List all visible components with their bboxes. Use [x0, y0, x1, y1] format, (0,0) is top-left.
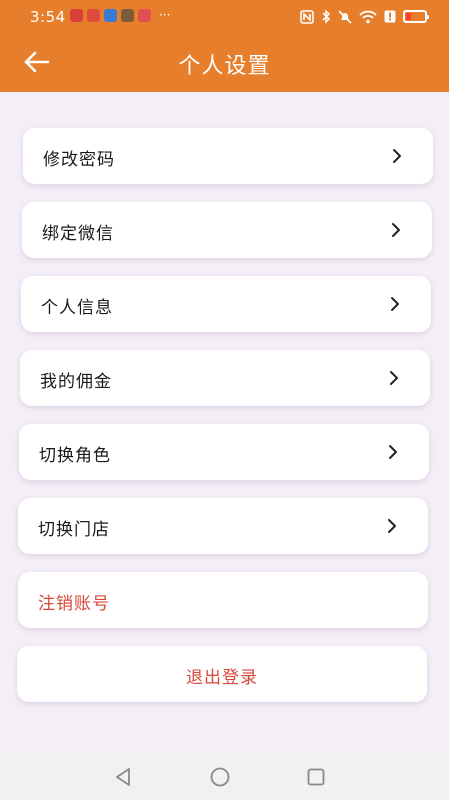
menu-item-change-password[interactable]: 修改密码	[23, 128, 433, 184]
menu-item-label: 绑定微信	[42, 224, 114, 244]
wifi-icon	[359, 10, 377, 24]
app-icon-4	[121, 9, 134, 22]
status-right-icons	[300, 9, 429, 24]
cancel-account-button[interactable]: 注销账号	[18, 572, 428, 628]
home-circle-icon[interactable]	[209, 766, 231, 788]
menu-item-label: 修改密码	[43, 150, 115, 170]
title-bar: 个人设置	[0, 36, 449, 92]
menu-item-label: 切换门店	[38, 520, 110, 540]
menu-item-switch-role[interactable]: 切换角色	[19, 424, 429, 480]
system-nav-bar	[0, 752, 449, 800]
menu-item-switch-store[interactable]: 切换门店	[18, 498, 428, 554]
status-time: 3:54	[30, 8, 66, 26]
chevron-right-icon	[390, 371, 398, 385]
cancel-account-label: 注销账号	[38, 594, 110, 614]
notification-icons: ···	[70, 9, 170, 22]
chevron-right-icon	[392, 223, 400, 237]
app-icon-1	[70, 9, 83, 22]
battery-icon	[403, 10, 429, 23]
bluetooth-icon	[321, 9, 331, 24]
menu-item-personal-info[interactable]: 个人信息	[21, 276, 431, 332]
logout-label: 退出登录	[186, 668, 258, 688]
page-title: 个人设置	[178, 54, 271, 79]
menu-item-my-commission[interactable]: 我的佣金	[20, 350, 430, 406]
logout-button[interactable]: 退出登录	[17, 646, 427, 702]
mute-icon	[338, 9, 352, 24]
app-icon-2	[87, 9, 100, 22]
chevron-right-icon	[388, 519, 396, 533]
menu-item-label: 个人信息	[41, 298, 113, 318]
status-bar: 3:54 ···	[0, 0, 449, 36]
recents-square-icon[interactable]	[305, 766, 327, 788]
chevron-right-icon	[389, 445, 397, 459]
menu-item-bind-wechat[interactable]: 绑定微信	[22, 202, 432, 258]
menu-item-label: 我的佣金	[40, 372, 112, 392]
app-header: 3:54 ··· 个人设置	[0, 0, 449, 92]
nfc-icon	[300, 9, 314, 24]
chevron-right-icon	[393, 149, 401, 163]
app-icon-5	[138, 9, 151, 22]
chevron-right-icon	[391, 297, 399, 311]
more-notifications: ···	[159, 8, 171, 22]
menu-item-label: 切换角色	[39, 446, 111, 466]
alert-icon	[384, 10, 396, 23]
app-icon-3	[104, 9, 117, 22]
back-triangle-icon[interactable]	[113, 766, 135, 788]
